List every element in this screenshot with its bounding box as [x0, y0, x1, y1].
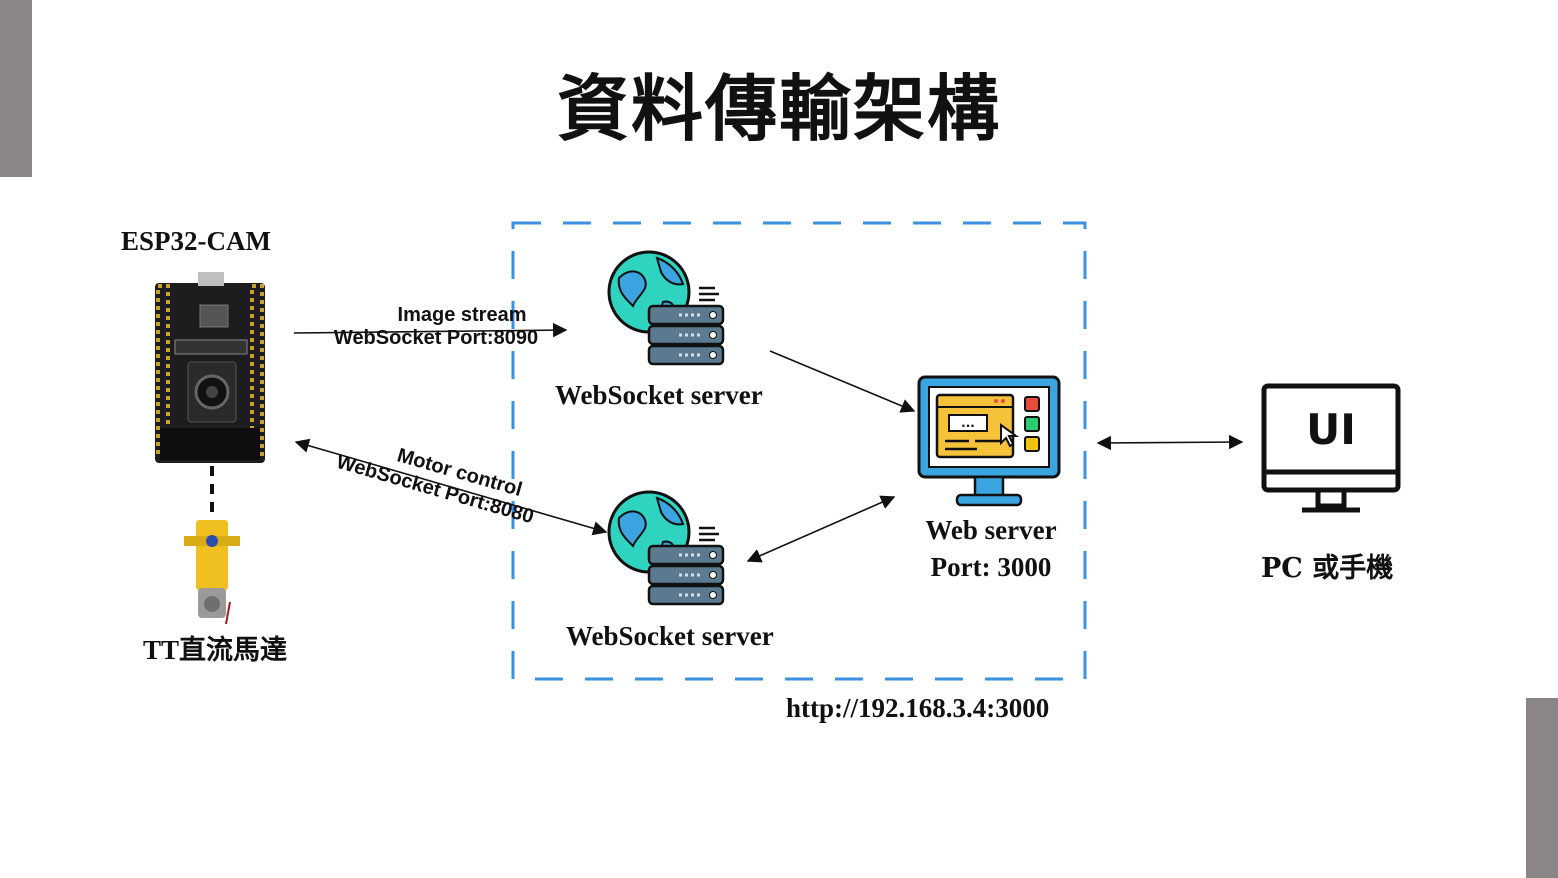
image-stream-title: Image stream — [397, 304, 527, 326]
ws-server-bottom-label: WebSocket server — [566, 621, 774, 651]
image-stream-label: Image stream WebSocket Port:8090 — [300, 304, 572, 350]
tt-motor — [184, 520, 240, 625]
ws-bottom-web-arrow — [746, 495, 896, 563]
web-server-port: Port: 3000 — [930, 552, 1052, 582]
pc-ui-monitor-icon: UI — [1261, 383, 1401, 513]
esp32-cam-board — [155, 272, 265, 463]
ui-text: UI — [1306, 405, 1356, 454]
web-server-monitor-icon: ... — [917, 375, 1061, 507]
esp32-label: ESP32-CAM — [121, 226, 271, 256]
server-globe-icon — [607, 250, 725, 366]
architecture-diagram: ... UI — [155, 221, 1401, 681]
ws-server-top-label: WebSocket server — [555, 380, 763, 410]
server-globe-icon — [607, 490, 725, 606]
motor-label: TT直流馬達 — [143, 635, 288, 665]
browser-dots: ... — [961, 416, 975, 430]
web-server-title: Web server — [925, 515, 1057, 545]
server-url[interactable]: http://192.168.3.4:3000 — [786, 693, 1049, 724]
ws-top-to-web-arrow — [769, 350, 916, 413]
image-stream-port: WebSocket Port:8090 — [333, 327, 539, 349]
web-client-arrow — [1096, 434, 1244, 451]
client-label: PC 或手機 — [1261, 553, 1394, 584]
web-server-label: Web server Port: 3000 — [905, 512, 1077, 586]
